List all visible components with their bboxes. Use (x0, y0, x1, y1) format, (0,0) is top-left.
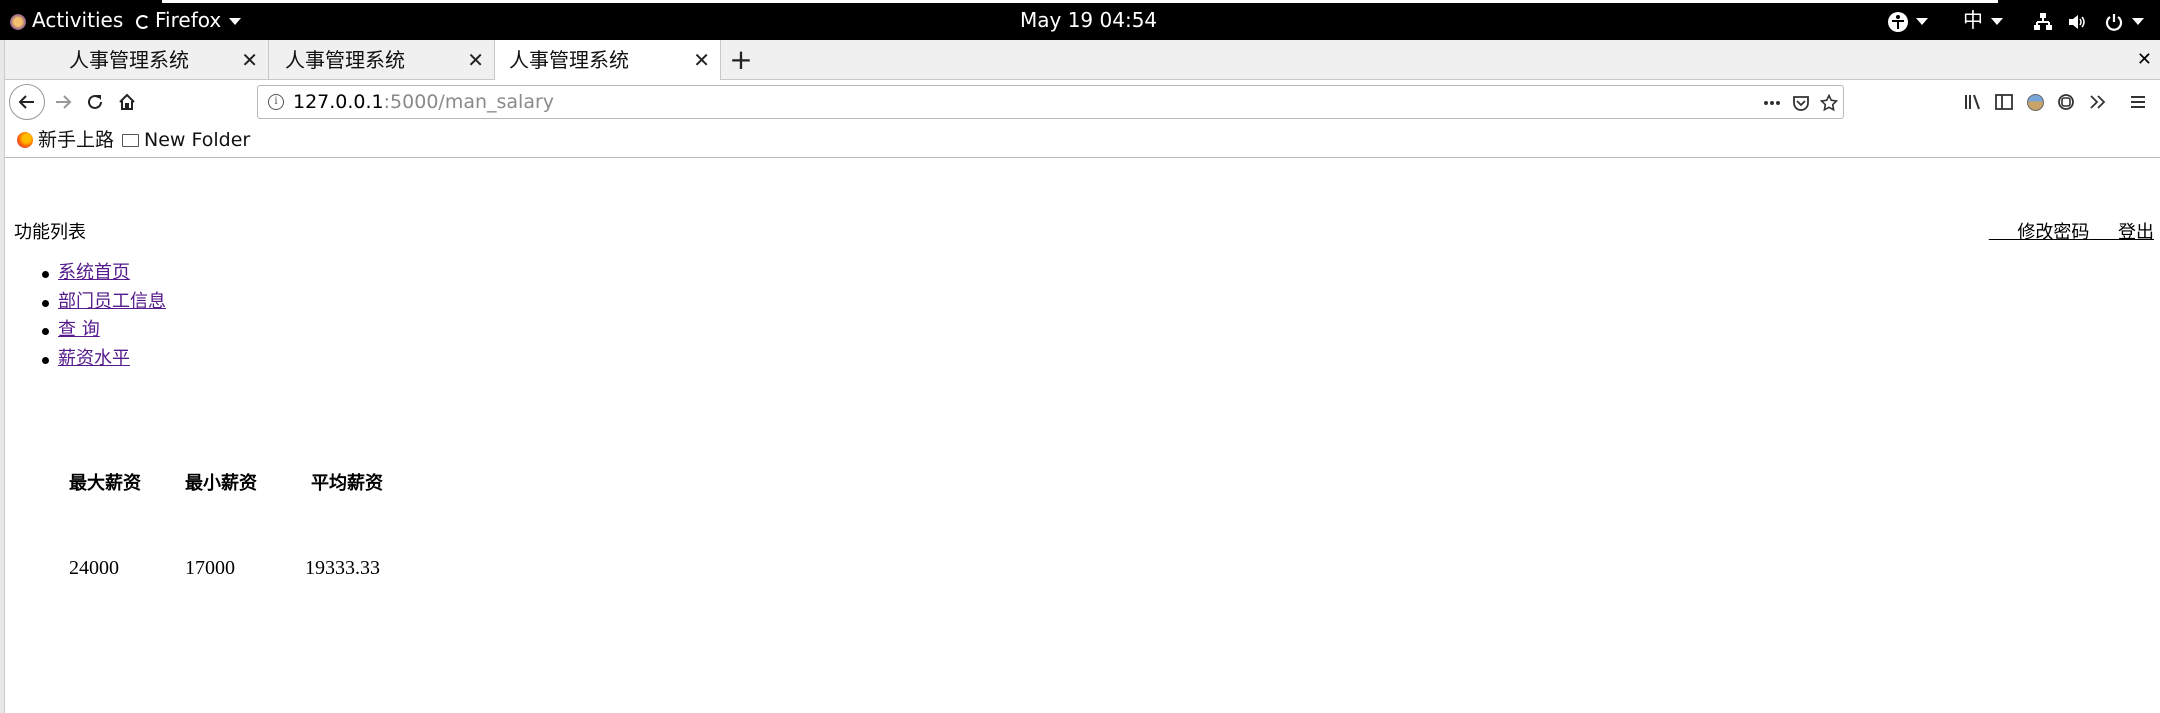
folder-icon (122, 133, 139, 147)
browser-tab-3[interactable]: 人事管理系统 ✕ (495, 40, 721, 81)
new-tab-button[interactable]: + (721, 40, 761, 80)
reload-button[interactable] (77, 84, 113, 120)
firefox-icon (17, 132, 33, 148)
bookmark-label: 新手上路 (38, 129, 115, 151)
tab-strip: 人事管理系统 ✕ 人事管理系统 ✕ 人事管理系统 ✕ + ✕ (5, 40, 2160, 81)
tab-title: 人事管理系统 (285, 48, 405, 72)
navigation-toolbar: i 127.0.0.1:5000/man_salary (5, 80, 2160, 124)
bookmarks-toolbar: 新手上路 New Folder (5, 124, 2160, 158)
accessibility-icon (1888, 11, 1908, 32)
function-list-title: 功能列表 (14, 222, 86, 243)
avg-salary-value: 19333.33 (305, 556, 380, 579)
table-row: 24000 17000 19333.33 (69, 525, 425, 611)
browser-tab-1[interactable]: 人事管理系统 ✕ (31, 40, 269, 80)
logout-link[interactable]: 登出 (2089, 222, 2154, 243)
arrow-left-icon (18, 95, 34, 109)
chevron-down-icon (1991, 18, 2003, 25)
reload-icon (88, 94, 102, 109)
list-item: 部门员工信息 (38, 288, 166, 317)
user-links: 修改密码 登出 (1989, 218, 2154, 244)
app-menu-label: Firefox (155, 8, 222, 32)
page-content: 功能列表 修改密码 登出 系统首页 部门员工信息 查 询 薪资水平 最大薪资 最… (5, 159, 2160, 713)
input-method-label: 中 (1963, 8, 1983, 32)
globe-extension-icon (2026, 93, 2044, 111)
url-host: 127.0.0.1 (293, 91, 384, 113)
column-header-max-salary: 最大薪资 (69, 473, 141, 494)
firefox-app-icon (136, 14, 150, 29)
nav-link-department-staff[interactable]: 部门员工信息 (58, 291, 166, 312)
column-header-min-salary: 最小薪资 (185, 473, 257, 494)
list-item: 系统首页 (38, 259, 166, 288)
firefox-window: 人事管理系统 ✕ 人事管理系统 ✕ 人事管理系统 ✕ + ✕ i 127.0.0… (5, 40, 2160, 713)
arrow-right-icon (56, 95, 72, 109)
tab-title: 人事管理系统 (69, 48, 189, 72)
home-icon (119, 93, 135, 110)
chevron-down-icon (2131, 18, 2144, 25)
change-password-link[interactable]: 修改密码 (1989, 222, 2089, 243)
network-icon (2034, 12, 2052, 30)
nav-link-home[interactable]: 系统首页 (58, 262, 130, 283)
bookmark-new-folder[interactable]: New Folder (122, 124, 250, 156)
extension-button-2[interactable] (2055, 91, 2077, 113)
input-method-menu[interactable]: 中 (1963, 0, 2003, 40)
function-nav-list: 系统首页 部门员工信息 查 询 薪资水平 (38, 259, 166, 373)
min-salary-value: 17000 (185, 556, 235, 579)
nav-link-salary-level[interactable]: 薪资水平 (58, 348, 130, 369)
activities-label: Activities (32, 8, 124, 32)
extension-button-1[interactable] (2024, 91, 2046, 113)
info-icon[interactable]: i (268, 94, 284, 110)
sidebar-button[interactable] (1993, 91, 2015, 113)
max-salary-value: 24000 (69, 556, 119, 579)
salary-stats-table: 最大薪资 最小薪资 平均薪资 24000 17000 19333.33 (69, 439, 425, 611)
sync-extension-icon (2058, 94, 2074, 110)
bookmark-label: New Folder (144, 129, 251, 151)
list-item: 薪资水平 (38, 345, 166, 374)
library-icon (1965, 94, 1980, 110)
volume-icon (2069, 14, 2086, 29)
nav-link-query[interactable]: 查 询 (58, 319, 100, 340)
main-menu-button[interactable] (2127, 91, 2149, 113)
table-header-row: 最大薪资 最小薪资 平均薪资 (69, 439, 425, 525)
forward-button[interactable] (45, 84, 81, 120)
sidebar-icon (1995, 94, 2013, 110)
url-bar[interactable]: i 127.0.0.1:5000/man_salary (257, 85, 1844, 119)
power-icon (2105, 13, 2122, 31)
close-icon[interactable]: ✕ (241, 40, 258, 80)
library-button[interactable] (1962, 91, 1984, 113)
hamburger-menu-icon (2131, 96, 2145, 108)
tab-title: 人事管理系统 (509, 48, 629, 72)
window-close-button[interactable]: ✕ (2137, 40, 2152, 80)
accessibility-menu[interactable] (1888, 0, 1928, 40)
activities-button[interactable]: Activities (10, 0, 123, 40)
browser-tab-2[interactable]: 人事管理系统 ✕ (269, 40, 495, 80)
system-status-menu[interactable] (2033, 0, 2144, 40)
column-header-avg-salary: 平均薪资 (311, 473, 383, 494)
app-menu-button[interactable]: Firefox (136, 0, 242, 40)
gnome-icon (10, 13, 26, 30)
overflow-menu-button[interactable] (2086, 91, 2108, 113)
pocket-icon (1793, 96, 1809, 111)
url-path: :5000/man_salary (383, 91, 555, 113)
bookmark-getting-started[interactable]: 新手上路 (17, 124, 114, 156)
chevron-down-icon (229, 18, 242, 25)
pocket-button[interactable] (1791, 93, 1811, 113)
bookmark-star-button[interactable] (1819, 93, 1839, 113)
chevron-down-icon (1916, 18, 1928, 25)
url-text[interactable]: 127.0.0.1:5000/man_salary (293, 86, 554, 118)
home-button[interactable] (109, 84, 145, 120)
clock[interactable]: May 19 04:54 (1020, 0, 1157, 40)
double-chevron-right-icon (2090, 95, 2106, 109)
page-actions-button[interactable] (1762, 93, 1782, 113)
back-button[interactable] (9, 84, 45, 120)
close-icon[interactable]: ✕ (467, 40, 484, 80)
list-item: 查 询 (38, 316, 166, 345)
star-icon (1820, 94, 1838, 112)
close-icon[interactable]: ✕ (693, 40, 710, 80)
system-top-bar: Activities Firefox May 19 04:54 中 (0, 0, 2160, 40)
more-horizontal-icon (1764, 101, 1780, 105)
